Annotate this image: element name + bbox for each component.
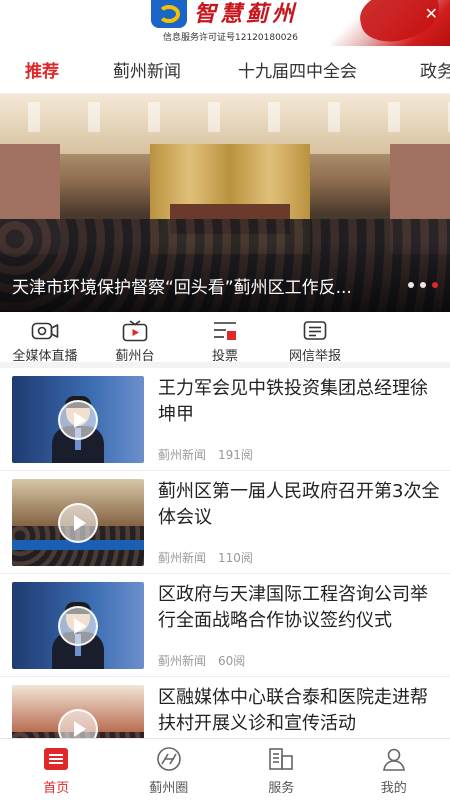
headline-banner[interactable]: 天津市环境保护督察“回头看”蓟州区工作反...: [0, 94, 450, 312]
list-item[interactable]: 蓟州区第一届人民政府召开第3次全体会议 蓟州新闻 110阅: [0, 471, 450, 574]
news-views: 191阅: [218, 448, 253, 462]
quicknav-tv[interactable]: 蓟州台: [90, 312, 180, 364]
tab-government[interactable]: 政务: [420, 57, 450, 82]
news-title[interactable]: 王力军会见中铁投资集团总经理徐坤甲: [158, 376, 440, 428]
video-camera-icon: [0, 320, 90, 342]
tv-icon: [90, 320, 180, 342]
nav-label: 我的: [380, 781, 407, 796]
quick-nav: 全媒体直播 蓟州台 投票 网信举报: [0, 312, 450, 368]
nav-home[interactable]: 首页: [0, 739, 113, 800]
news-source: 蓟州新闻: [158, 551, 207, 565]
list-item[interactable]: 区政府与天津国际工程咨询公司举行全面战略合作协议签约仪式 蓟州新闻 60阅: [0, 574, 450, 677]
nav-label: 服务: [268, 781, 295, 796]
header-actions: ✕: [425, 4, 438, 23]
quicknav-label: 蓟州台: [115, 349, 155, 364]
banner-caption[interactable]: 天津市环境保护督察“回头看”蓟州区工作反...: [12, 273, 382, 298]
pagination-dot[interactable]: [420, 282, 426, 288]
tab-jizhou-news[interactable]: 蓟州新闻: [113, 57, 181, 82]
news-views: 110阅: [218, 551, 253, 565]
news-meta: 蓟州新闻 60阅: [158, 652, 245, 669]
bottom-nav: 首页 蓟州圈 服务 我的: [0, 738, 450, 800]
circle-icon: [113, 745, 226, 773]
news-list: 王力军会见中铁投资集团总经理徐坤甲 蓟州新闻 191阅 蓟州区第一届人民政府召开第…: [0, 368, 450, 780]
category-tabs: 推荐 蓟州新闻 十九届四中全会 政务: [0, 46, 450, 94]
news-meta: 蓟州新闻 191阅: [158, 446, 253, 463]
nav-service[interactable]: 服务: [225, 739, 338, 800]
news-meta: 蓟州新闻 110阅: [158, 549, 253, 566]
news-title[interactable]: 区融媒体中心联合泰和医院走进帮扶村开展义诊和宣传活动: [158, 685, 440, 737]
news-title[interactable]: 蓟州区第一届人民政府召开第3次全体会议: [158, 479, 440, 531]
report-icon: [270, 320, 360, 342]
quicknav-live[interactable]: 全媒体直播: [0, 312, 90, 364]
list-item[interactable]: 王力军会见中铁投资集团总经理徐坤甲 蓟州新闻 191阅: [0, 368, 450, 471]
profile-icon: [338, 745, 450, 773]
tab-plenary[interactable]: 十九届四中全会: [238, 57, 357, 82]
home-icon: [0, 745, 113, 773]
news-title[interactable]: 区政府与天津国际工程咨询公司举行全面战略合作协议签约仪式: [158, 582, 440, 634]
service-icon: [225, 745, 338, 773]
app-logo-icon: [151, 0, 187, 28]
pagination-dot[interactable]: [408, 282, 414, 288]
nav-label: 首页: [43, 781, 70, 796]
news-source: 蓟州新闻: [158, 448, 207, 462]
play-icon[interactable]: [58, 400, 98, 440]
banner-pagination: [408, 282, 438, 288]
app-header: 智慧蓟州 信息服务许可证号12120180026 ✕: [0, 0, 450, 46]
tab-recommend[interactable]: 推荐: [25, 57, 59, 82]
play-icon[interactable]: [58, 606, 98, 646]
news-thumbnail[interactable]: [12, 582, 144, 669]
quicknav-report[interactable]: 网信举报: [270, 312, 360, 364]
close-icon[interactable]: ✕: [425, 4, 438, 23]
nav-circle[interactable]: 蓟州圈: [113, 739, 226, 800]
pagination-dot-active[interactable]: [432, 282, 438, 288]
nav-profile[interactable]: 我的: [338, 739, 450, 800]
quicknav-label: 投票: [211, 349, 238, 364]
vote-icon: [180, 320, 270, 342]
news-views: 60阅: [218, 654, 246, 668]
quicknav-label: 网信举报: [288, 349, 341, 364]
nav-label: 蓟州圈: [149, 781, 189, 796]
news-thumbnail[interactable]: [12, 479, 144, 566]
play-icon[interactable]: [58, 503, 98, 543]
news-source: 蓟州新闻: [158, 654, 207, 668]
quicknav-vote[interactable]: 投票: [180, 312, 270, 364]
quicknav-label: 全媒体直播: [12, 349, 78, 364]
brand-title: 智慧蓟州: [194, 1, 299, 27]
news-thumbnail[interactable]: [12, 376, 144, 463]
license-text: 信息服务许可证号12120180026: [163, 33, 298, 43]
